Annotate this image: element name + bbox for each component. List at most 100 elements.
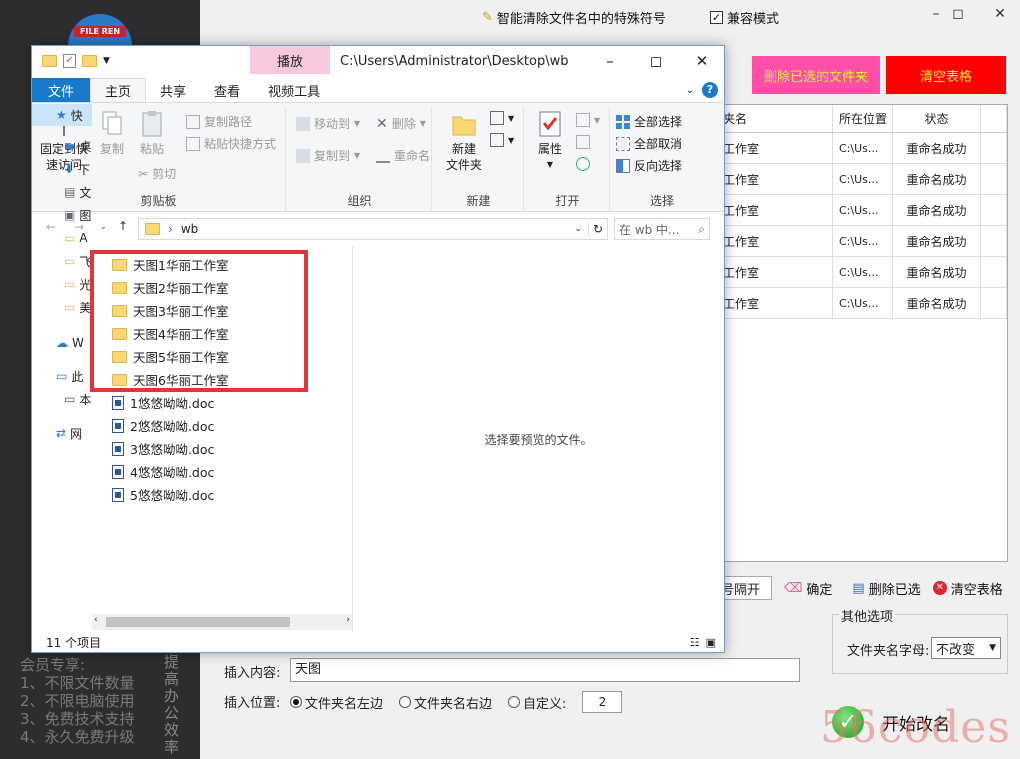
history-button[interactable] <box>576 157 590 171</box>
properties-button[interactable]: 属性 ▼ <box>532 109 568 173</box>
table-row[interactable]: 工作室 C:\Us... 重命名成功 <box>717 195 1007 226</box>
file-item[interactable]: 3悠悠呦呦.doc <box>92 437 352 460</box>
edit-button[interactable] <box>576 135 590 149</box>
help-icon[interactable]: ? <box>702 82 718 98</box>
details-view-icon[interactable]: ☷ <box>690 636 700 649</box>
address-dropdown-icon[interactable]: ⌄ <box>574 224 582 234</box>
file-item[interactable]: 1悠悠呦呦.doc <box>92 391 352 414</box>
up-arrow-icon[interactable]: ↑ <box>118 219 128 233</box>
select-none-button[interactable]: 全部取消 <box>616 135 682 152</box>
copy-button[interactable]: 复制 <box>94 109 130 157</box>
easy-access-button[interactable]: ▼ <box>490 133 514 147</box>
nav-item[interactable]: ⇄ 网 <box>32 422 92 444</box>
new-folder-button[interactable]: 新建 文件夹 <box>442 109 486 173</box>
properties-check-icon[interactable]: ✓ <box>63 54 76 68</box>
explorer-window[interactable]: ✓ ▼ 播放 C:\Users\Administrator\Desktop\wb… <box>31 45 725 653</box>
new-item-button[interactable]: ▼ <box>490 111 514 125</box>
table-row[interactable]: 工作室 C:\Us... 重命名成功 <box>717 226 1007 257</box>
delete-button[interactable]: ✕ 删除 ▼ <box>376 115 426 132</box>
tab-file[interactable]: 文件 <box>32 78 91 102</box>
col-header-location[interactable]: 所在位置 <box>833 105 893 132</box>
table-row[interactable]: 工作室 C:\Us... 重命名成功 <box>717 257 1007 288</box>
col-header-name[interactable]: 夹名 <box>717 105 833 132</box>
move-to-button[interactable]: 移动到 ▼ <box>296 115 360 132</box>
horizontal-scrollbar[interactable]: ‹ › <box>92 614 352 630</box>
cell-name: 工作室 <box>717 164 833 194</box>
copy-path-button[interactable]: 复制路径 <box>186 113 252 130</box>
large-icons-view-icon[interactable]: ▣ <box>706 636 716 649</box>
scroll-right-icon[interactable]: › <box>346 615 350 625</box>
table-row[interactable]: 工作室 C:\Us... 重命名成功 <box>717 288 1007 319</box>
close-button[interactable]: ✕ <box>682 52 722 70</box>
navigation-pane: ★ 快 ▬ 桌 ⬇ 下 ▤ 文 ▣ 图 ▭ A ▭ 飞 ▭ 光 ▭ 美 ☁ W ▭ 此 ▭ 本 ⇄ 网 <box>32 104 92 630</box>
tab-video-tools[interactable]: 视频工具 <box>254 78 334 102</box>
address-row: ← → ⌄ ↑ › wb ⌄ ↻ 在 wb 中... ⌕ <box>32 214 724 244</box>
tab-home[interactable]: 主页 <box>90 78 147 102</box>
breadcrumb-chevron-icon[interactable]: › <box>168 222 173 236</box>
open-button[interactable]: ▼ <box>576 113 600 127</box>
delete-selected-button[interactable]: ▤ 删除已选 <box>852 579 920 598</box>
maximize-button[interactable]: ◻ <box>636 52 676 70</box>
ribbon-expand-icon[interactable]: ⌄ <box>686 85 694 96</box>
app-close-button[interactable]: ✕ <box>980 6 1020 22</box>
confirm-button[interactable]: ⌫ 确定 <box>784 579 832 598</box>
select-all-button[interactable]: 全部选择 <box>616 113 682 130</box>
nav-item[interactable]: ⬇ 下 <box>32 158 92 180</box>
nav-item[interactable]: ▭ 光 <box>32 273 92 295</box>
custom-position-input[interactable]: 2 <box>582 691 623 713</box>
explorer-titlebar[interactable]: ✓ ▼ 播放 C:\Users\Administrator\Desktop\wb… <box>32 46 724 78</box>
nav-item[interactable]: ▭ 此 <box>32 365 92 387</box>
clear-table-top-button[interactable]: 清空表格 <box>886 56 1006 94</box>
result-table[interactable]: 夹名 所在位置 状态 工作室 C:\Us... 重命名成功 工作室 C:\Us... 重命… <box>716 104 1008 562</box>
nav-item[interactable]: ▤ 文 <box>32 181 92 203</box>
radio-folder-left[interactable]: 文件夹名左边 <box>290 693 383 712</box>
invert-selection-button[interactable]: 反向选择 <box>616 157 682 174</box>
delete-selected-folders-button[interactable]: 删除已选的文件夹 <box>752 56 880 94</box>
refresh-icon[interactable]: ↻ <box>587 222 603 236</box>
new-folder-icon[interactable] <box>82 55 97 67</box>
paste-button[interactable]: 粘贴 <box>134 109 170 157</box>
folder-font-select[interactable]: 不改变 ▼ <box>931 637 1001 659</box>
special-symbols-option[interactable]: ✎ 智能清除文件名中的特殊符号 <box>482 8 666 27</box>
cut-button[interactable]: ✂ 剪切 <box>138 165 176 182</box>
file-item[interactable]: 2悠悠呦呦.doc <box>92 414 352 437</box>
tab-share[interactable]: 共享 <box>146 78 200 102</box>
copy-to-button[interactable]: 复制到 ▼ <box>296 147 360 164</box>
recent-chevron-icon[interactable]: ⌄ <box>100 222 107 231</box>
file-item[interactable]: 4悠悠呦呦.doc <box>92 460 352 483</box>
minimize-button[interactable]: – <box>590 52 630 70</box>
nav-item[interactable]: ▭ 美 <box>32 296 92 318</box>
cell-name: 工作室 <box>717 288 833 318</box>
nav-item[interactable]: ▭ A <box>32 227 92 249</box>
other-options-group: 其他选项 文件夹名字母: 不改变 ▼ <box>832 606 1008 674</box>
nav-item[interactable]: ▣ 图 <box>32 204 92 226</box>
paste-shortcut-button[interactable]: 粘贴快捷方式 <box>186 135 276 152</box>
radio-folder-right[interactable]: 文件夹名右边 <box>399 693 492 712</box>
clear-icon: ✕ <box>932 581 947 595</box>
folder-icon: ▭ <box>64 231 76 245</box>
nav-item[interactable]: ★ 快 <box>32 104 92 126</box>
nav-item[interactable]: ▭ 飞 <box>32 250 92 272</box>
nav-item[interactable]: ▭ 本 <box>32 388 92 410</box>
search-input[interactable]: 在 wb 中... ⌕ <box>614 218 710 240</box>
tab-view[interactable]: 查看 <box>200 78 254 102</box>
app-maximize-button[interactable]: ◻ <box>938 6 978 22</box>
tab-play[interactable]: 播放 <box>250 46 330 74</box>
nav-item[interactable]: ☁ W <box>32 332 92 354</box>
insert-content-input[interactable]: 天图 <box>290 658 800 682</box>
radio-custom[interactable]: 自定义: <box>508 693 566 712</box>
address-bar[interactable]: › wb ⌄ ↻ <box>138 218 608 240</box>
rename-button[interactable]: 重命名 <box>376 147 430 164</box>
table-row[interactable]: 工作室 C:\Us... 重命名成功 <box>717 164 1007 195</box>
compat-mode-checkbox[interactable]: ✓ 兼容模式 <box>710 8 779 27</box>
chevron-down-icon[interactable]: ▼ <box>103 56 110 66</box>
copy-path-icon <box>186 114 200 129</box>
clear-table-button[interactable]: ✕ 清空表格 <box>932 579 1003 598</box>
nav-item[interactable]: ▬ 桌 <box>32 135 92 157</box>
cell-location: C:\Us... <box>833 288 893 318</box>
table-row[interactable]: 工作室 C:\Us... 重命名成功 <box>717 133 1007 164</box>
scrollbar-thumb[interactable] <box>106 617 290 627</box>
file-item[interactable]: 5悠悠呦呦.doc <box>92 483 352 506</box>
col-header-status[interactable]: 状态 <box>893 105 981 132</box>
scroll-left-icon[interactable]: ‹ <box>94 615 98 625</box>
